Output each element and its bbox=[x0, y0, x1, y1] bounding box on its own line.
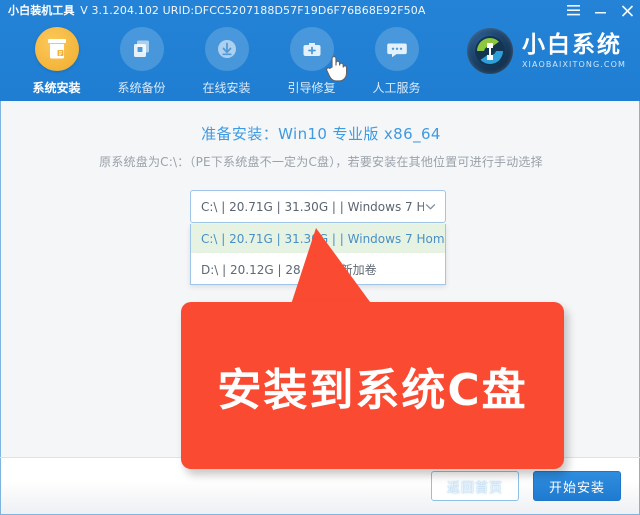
toolbar-label: 系统备份 bbox=[117, 81, 166, 95]
hamburger-menu-icon[interactable] bbox=[567, 5, 580, 16]
toolbar-label: 引导修复 bbox=[287, 81, 336, 95]
toolbar-label: 系统安装 bbox=[32, 81, 81, 95]
toolbar-item-system-install[interactable]: 系统安装 bbox=[14, 21, 99, 96]
download-arrow-icon bbox=[204, 27, 249, 71]
prepare-install-title: 准备安装：Win10 专业版 x86_64 bbox=[201, 125, 441, 143]
prepare-install-hint: 原系统盘为C:\：（PE下系统盘不一定为C盘），若要安装在其他位置可进行手动选择 bbox=[99, 155, 543, 169]
disk-select-dropdown: C:\ | 20.71G | 31.30G | | Windows 7 Home… bbox=[190, 224, 446, 285]
app-version-label: V 3.1.204.102 URID:DFCC5207188D57F19D6F7… bbox=[80, 4, 426, 17]
toolbar-item-manual-service[interactable]: 人工服务 bbox=[354, 21, 439, 96]
disk-select[interactable]: C:\ | 20.71G | 31.30G | | Windows 7 Hom bbox=[190, 190, 446, 223]
brand-name-en: XIAOBAIXITONG.COM bbox=[521, 59, 626, 69]
brand-logo: 小白系统 XIAOBAIXITONG.COM bbox=[466, 28, 626, 74]
annotation-callout: 安装到系统C盘 bbox=[181, 302, 564, 469]
xiaobai-globe-logo bbox=[466, 28, 513, 74]
minimize-icon[interactable] bbox=[594, 5, 607, 16]
disk-select-value: C:\ | 20.71G | 31.30G | | Windows 7 Hom bbox=[201, 199, 424, 214]
annotation-callout-text: 安装到系统C盘 bbox=[217, 364, 528, 416]
close-icon[interactable] bbox=[621, 4, 634, 17]
start-install-button[interactable]: 开始安装 bbox=[533, 471, 621, 501]
dropdown-option-c-drive[interactable]: C:\ | 20.71G | 31.30G | | Windows 7 Home… bbox=[191, 224, 445, 254]
toolbar-item-online-install[interactable]: 在线安装 bbox=[184, 21, 269, 96]
copy-disk-icon bbox=[119, 27, 164, 71]
app-window: 小白装机工具 V 3.1.204.102 URID:DFCC5207188D57… bbox=[0, 0, 640, 515]
brand-name-cn: 小白系统 bbox=[521, 31, 622, 58]
start-install-label: 开始安装 bbox=[548, 480, 605, 496]
dropdown-option-d-drive[interactable]: D:\ | 20.12G | 28.70G | 新加卷 bbox=[191, 254, 445, 284]
brand-text: 小白系统 XIAOBAIXITONG.COM bbox=[521, 31, 626, 69]
back-to-home-label: 返回首页 bbox=[446, 480, 503, 496]
toolbar-item-boot-repair[interactable]: 引导修复 bbox=[269, 21, 354, 96]
title-bar-text: 小白装机工具 V 3.1.204.102 URID:DFCC5207188D57… bbox=[8, 0, 426, 21]
first-aid-kit-icon bbox=[289, 27, 334, 71]
toolbar-label: 人工服务 bbox=[372, 81, 421, 95]
chat-bubble-icon bbox=[374, 27, 419, 71]
toolbar-label: 在线安装 bbox=[202, 81, 251, 95]
toolbar-item-system-backup[interactable]: 系统备份 bbox=[99, 21, 184, 96]
back-to-home-button[interactable]: 返回首页 bbox=[431, 471, 519, 501]
app-name-label: 小白装机工具 bbox=[8, 4, 75, 17]
chevron-down-icon bbox=[425, 204, 436, 210]
window-controls bbox=[567, 0, 634, 21]
title-bar: 小白装机工具 V 3.1.204.102 URID:DFCC5207188D57… bbox=[0, 0, 640, 21]
package-box-icon bbox=[34, 27, 79, 71]
app-header: 小白装机工具 V 3.1.204.102 URID:DFCC5207188D57… bbox=[0, 0, 640, 101]
main-toolbar: 系统安装 系统备份 在线安装 引导修复 人工服务 bbox=[0, 21, 450, 101]
